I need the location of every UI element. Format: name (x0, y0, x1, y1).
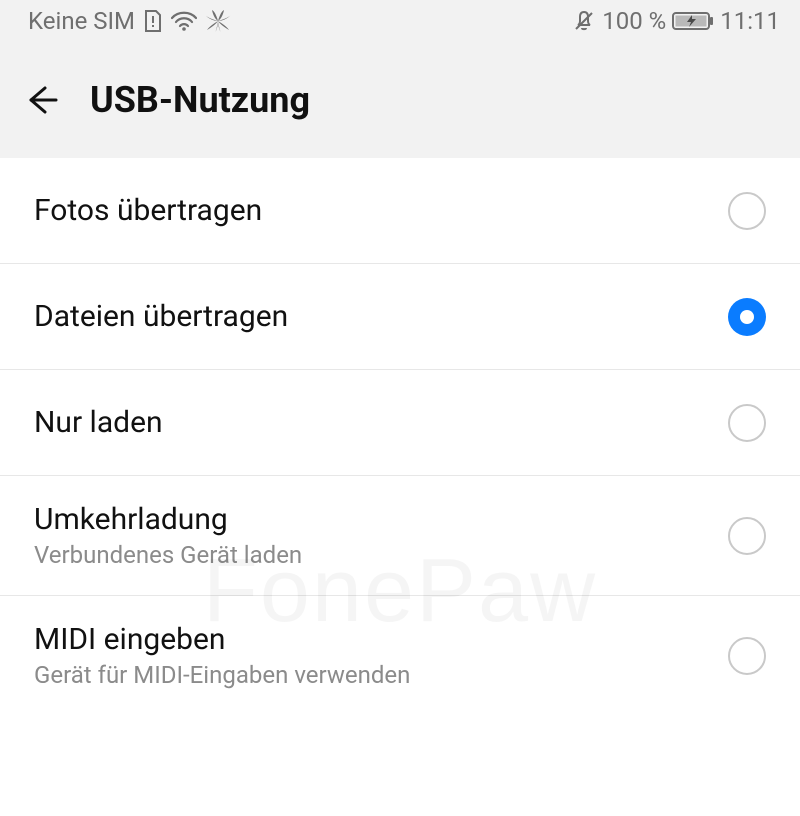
battery-percent-text: 100 % (602, 7, 666, 35)
back-arrow-icon[interactable] (22, 80, 62, 120)
option-photos[interactable]: Fotos übertragen (0, 158, 800, 264)
option-label: Fotos übertragen (34, 193, 262, 228)
option-label: Nur laden (34, 405, 163, 440)
radio-icon[interactable] (728, 517, 766, 555)
option-sublabel: Verbundenes Gerät laden (34, 541, 302, 569)
usb-options-list: Fotos übertragen Dateien übertragen Nur … (0, 158, 800, 715)
status-left: Keine SIM (28, 7, 231, 35)
clock-text: 11:11 (720, 7, 780, 35)
radio-icon[interactable] (728, 192, 766, 230)
status-bar: Keine SIM (0, 0, 800, 42)
carrier-text: Keine SIM (28, 7, 135, 35)
option-files[interactable]: Dateien übertragen (0, 264, 800, 370)
option-reverse-charge[interactable]: Umkehrladung Verbundenes Gerät laden (0, 476, 800, 596)
radio-icon[interactable] (728, 637, 766, 675)
battery-charging-icon (672, 11, 714, 31)
option-sublabel: Gerät für MIDI-Eingaben verwenden (34, 661, 410, 689)
option-label: MIDI eingeben (34, 622, 410, 657)
option-midi[interactable]: MIDI eingeben Gerät für MIDI-Eingaben ve… (0, 596, 800, 715)
option-label: Dateien übertragen (34, 299, 288, 334)
huawei-logo-icon (205, 9, 231, 33)
radio-selected-icon[interactable] (728, 298, 766, 336)
page-title: USB-Nutzung (90, 79, 310, 121)
status-right: 100 % 11:11 (572, 7, 780, 35)
mute-icon (572, 9, 596, 33)
option-charge-only[interactable]: Nur laden (0, 370, 800, 476)
sim-alert-icon (143, 9, 163, 33)
title-bar: USB-Nutzung (0, 42, 800, 158)
option-label: Umkehrladung (34, 502, 302, 537)
wifi-icon (171, 11, 197, 31)
radio-icon[interactable] (728, 404, 766, 442)
